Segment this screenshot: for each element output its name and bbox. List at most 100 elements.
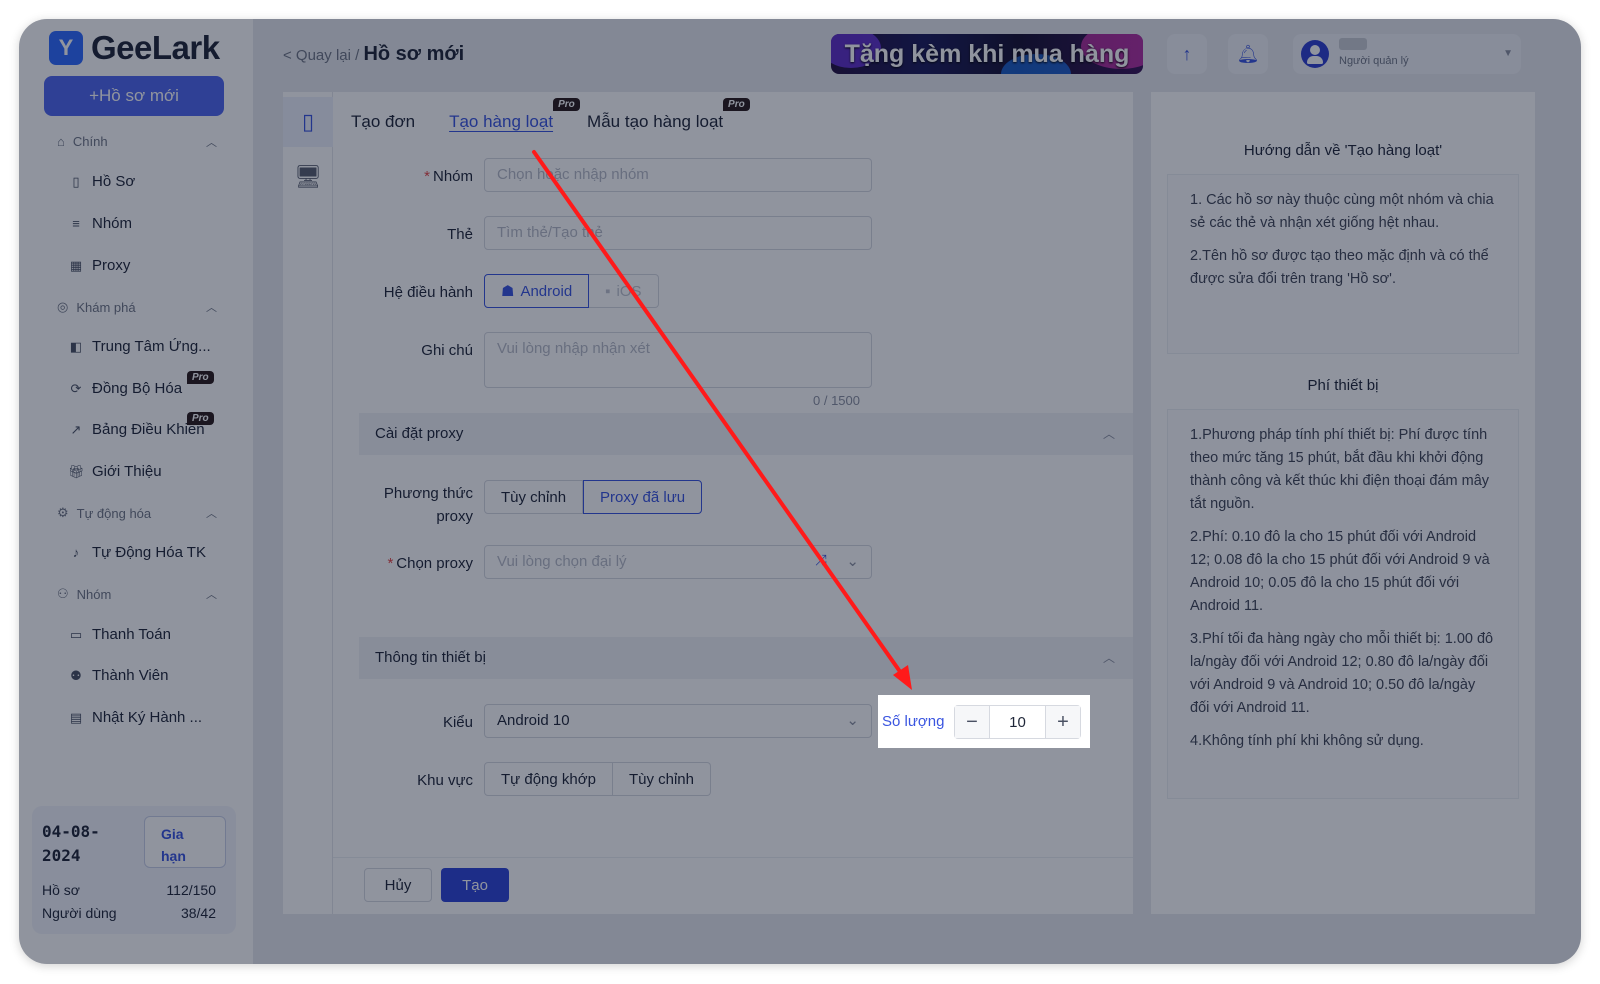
type-label: Kiểu xyxy=(442,714,473,731)
proxy-method-label: Phương thức proxy xyxy=(383,485,473,525)
fee-text: 3.Phí tối đa hàng ngày cho mỗi thiết bị:… xyxy=(1190,631,1494,716)
os-ios-option[interactable]: ▪ iOS xyxy=(589,274,659,308)
list-icon: ≡ xyxy=(72,216,80,231)
main-area: < Quay lại / Hồ sơ mới Tặng kèm khi mua … xyxy=(253,19,1581,964)
phone-icon: ▯ xyxy=(301,109,315,134)
user-role: Người quản lý xyxy=(1339,55,1409,67)
plus-icon: + xyxy=(1057,710,1069,733)
upload-button[interactable]: ↑ xyxy=(1167,34,1207,74)
chevron-down-icon: ⌄ xyxy=(846,553,859,570)
section-label: Tự động hóa xyxy=(76,505,152,521)
chevron-up-icon: ︿ xyxy=(1102,651,1115,665)
increment-button[interactable]: + xyxy=(1046,706,1080,738)
fee-text: 2.Phí: 0.10 đô la cho 15 phút đối với An… xyxy=(1190,529,1490,614)
new-profile-button[interactable]: +Hồ sơ mới xyxy=(44,76,224,116)
tiktok-icon: ♪ xyxy=(72,545,80,560)
minus-icon: − xyxy=(966,710,978,733)
note-textarea[interactable]: Vui lòng nhập nhận xét xyxy=(484,332,872,388)
cancel-button[interactable]: Hủy xyxy=(364,868,432,902)
desktop-tab[interactable]: 🖥︎ xyxy=(283,152,333,202)
promo-banner[interactable]: Tặng kèm khi mua hàng xyxy=(831,34,1143,74)
sidebar-section-explore[interactable]: ◎ Khám phá ︿ xyxy=(57,299,217,315)
pro-badge: Pro xyxy=(553,98,580,111)
sidebar-item-app-center[interactable]: ◧ Trung Tâm Ứng... xyxy=(68,338,238,355)
region-custom-option[interactable]: Tùy chỉnh xyxy=(612,762,711,796)
pro-badge: Pro xyxy=(187,371,214,384)
sidebar-section-automation[interactable]: ⚙ Tự động hóa ︿ xyxy=(57,505,217,521)
notification-button[interactable]: 🔔︎ xyxy=(1228,34,1268,74)
renew-button[interactable]: Gia hạn xyxy=(144,816,226,868)
device-section-header[interactable]: Thông tin thiết bị ︿ xyxy=(359,637,1133,679)
sidebar-item-label: Hồ Sơ xyxy=(92,173,136,190)
region-label: Khu vực xyxy=(417,772,473,789)
region-auto-option[interactable]: Tự động khớp xyxy=(484,762,613,796)
sidebar-item-label: Proxy xyxy=(92,257,131,274)
back-link[interactable]: < Quay lại / xyxy=(283,47,359,64)
quantity-spotlight: Số lượng − 10 + xyxy=(878,695,1090,748)
decrement-button[interactable]: − xyxy=(955,706,989,738)
chevron-up-icon: ︿ xyxy=(206,302,217,314)
sidebar-item-tiktok-automation[interactable]: ♪ Tự Động Hóa TK xyxy=(68,544,238,561)
quantity-label: Số lượng xyxy=(882,713,945,730)
users-usage-value: 38/42 xyxy=(180,905,216,921)
proxy-custom-option[interactable]: Tùy chỉnh xyxy=(484,480,584,514)
chevron-up-icon: ︿ xyxy=(1102,427,1115,441)
profiles-usage: Hồ sơ 112/150 xyxy=(42,882,216,898)
create-button[interactable]: Tạo xyxy=(441,868,509,902)
tab-bulk-template[interactable]: Mẫu tạo hàng loạt Pro xyxy=(587,98,750,132)
device-type-tabs: ▯ 🖥︎ xyxy=(283,92,333,914)
log-icon: ▤ xyxy=(69,709,83,725)
team-icon: ⚇ xyxy=(57,586,69,601)
guide-panel: Hướng dẫn về 'Tạo hàng loạt' 1. Các hồ s… xyxy=(1151,92,1535,914)
sidebar-item-profiles[interactable]: ▯ Hồ Sơ xyxy=(68,173,238,190)
sidebar-item-label: Trung Tâm Ứng... xyxy=(92,338,211,355)
tab-bulk-create[interactable]: Tạo hàng loạt Pro xyxy=(449,98,580,132)
sidebar-item-members[interactable]: ⚉ Thành Viên xyxy=(68,667,238,684)
shuffle-icon[interactable]: ⤨ xyxy=(815,552,827,569)
chevron-up-icon: ︿ xyxy=(206,508,217,520)
mobile-tab[interactable]: ▯ xyxy=(283,97,333,147)
proxy-method-selector: Tùy chỉnh Proxy đã lưu xyxy=(484,480,703,514)
tab-single-create[interactable]: Tạo đơn xyxy=(351,112,415,132)
geelark-logo-icon: Y xyxy=(49,31,83,65)
users-usage: Người dùng 38/42 xyxy=(42,905,216,921)
sidebar-item-label: Tự Động Hóa TK xyxy=(92,544,206,561)
form-panel: ▯ 🖥︎ Tạo đơn Tạo hàng loạt Pro Mẫu tạo h… xyxy=(283,92,1133,914)
sidebar-item-label: Giới Thiệu xyxy=(92,463,162,480)
logo[interactable]: Y GeeLark xyxy=(49,29,220,67)
fee-text: 4.Không tính phí khi không sử dụng. xyxy=(1190,733,1424,749)
proxy-saved-option[interactable]: Proxy đã lưu xyxy=(583,480,703,514)
quantity-input[interactable]: 10 xyxy=(989,706,1046,738)
guide-box: 1. Các hồ sơ này thuộc cùng một nhóm và … xyxy=(1167,174,1519,354)
guide-title: Hướng dẫn về 'Tạo hàng loạt' xyxy=(1243,142,1443,159)
sidebar-item-groups[interactable]: ≡ Nhóm xyxy=(68,215,238,232)
sidebar-item-billing[interactable]: ▭ Thanh Toán xyxy=(68,626,238,643)
sidebar-item-label: Thành Viên xyxy=(92,667,169,684)
group-input[interactable]: Chọn hoặc nhập nhóm xyxy=(484,158,872,192)
type-select[interactable]: Android 10 ⌄ xyxy=(484,704,872,738)
sidebar-item-referral[interactable]: 🎁︎ Giới Thiệu xyxy=(68,463,238,480)
tag-input[interactable]: Tìm thẻ/Tạo thẻ xyxy=(484,216,872,250)
sidebar-section-team[interactable]: ⚇ Nhóm ︿ xyxy=(57,586,217,602)
app-center-icon: ◧ xyxy=(69,338,83,354)
breadcrumb: < Quay lại / Hồ sơ mới xyxy=(283,43,464,66)
tab-label: Mẫu tạo hàng loạt xyxy=(587,112,724,131)
logo-text: GeeLark xyxy=(91,29,220,66)
os-android-option[interactable]: ☗ Android xyxy=(484,274,590,308)
chart-icon: ↗ xyxy=(70,421,82,437)
footer-divider xyxy=(333,857,1133,858)
user-menu[interactable]: Người quản lý ▼ xyxy=(1293,34,1521,74)
guide-text: 2.Tên hồ sơ được tạo theo mặc định và có… xyxy=(1190,248,1489,287)
bell-icon: 🔔︎ xyxy=(1236,43,1260,64)
chevron-up-icon: ︿ xyxy=(206,589,217,601)
sidebar: Y GeeLark +Hồ sơ mới ⌂ Chính ︿ ▯ Hồ Sơ ≡… xyxy=(19,19,253,964)
proxy-select[interactable]: Vui lòng chọn đại lý ⤨ ⌄ xyxy=(484,545,872,579)
proxy-section-header[interactable]: Cài đặt proxy ︿ xyxy=(359,413,1133,455)
arrow-up-icon: ↑ xyxy=(1182,43,1192,64)
group-label: * Nhóm xyxy=(424,168,473,185)
user-name-redacted xyxy=(1339,38,1367,50)
sidebar-item-activity-log[interactable]: ▤ Nhật Ký Hành ... xyxy=(68,709,238,726)
compass-icon: ◎ xyxy=(57,299,69,314)
sidebar-section-main[interactable]: ⌂ Chính ︿ xyxy=(57,134,217,149)
sidebar-item-proxy[interactable]: ▦ Proxy xyxy=(68,257,238,274)
